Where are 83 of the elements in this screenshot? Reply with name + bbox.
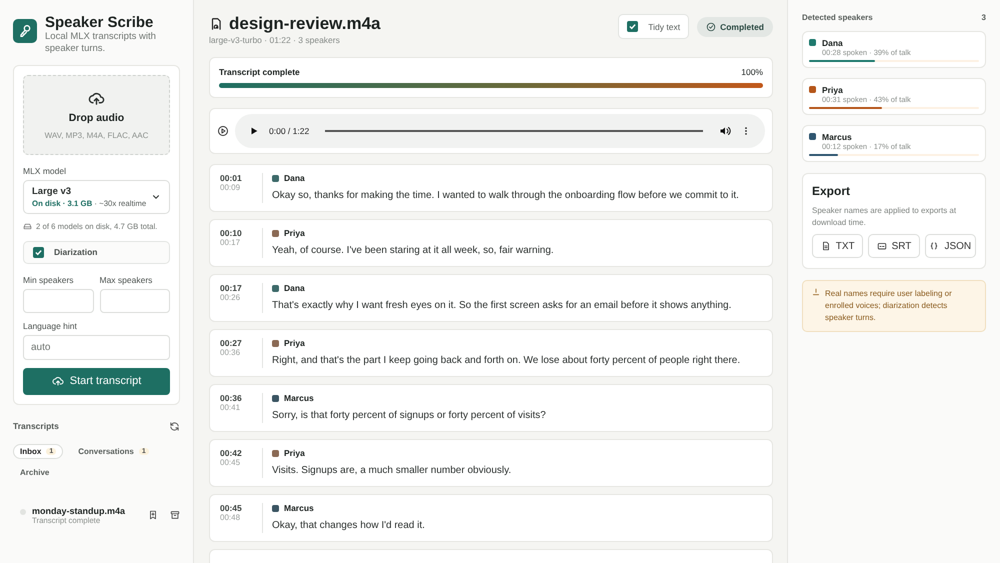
speaker-name: Priya (822, 85, 843, 95)
logo-icon (13, 19, 37, 43)
bookmark-icon[interactable] (148, 510, 158, 520)
start-button[interactable]: Start transcript (23, 368, 170, 395)
end-time: 00:36 (220, 348, 242, 357)
refresh-icon[interactable] (169, 420, 180, 432)
number-field[interactable] (23, 288, 94, 313)
end-time: 00:17 (220, 238, 242, 247)
archive-icon[interactable] (170, 510, 180, 520)
check-circle-icon (706, 22, 716, 32)
end-time: 00:48 (220, 513, 242, 522)
segment-text: Yeah, of course. I've been staring at it all week, so, fair warning. (272, 245, 554, 256)
export-note: Speaker names are applied to exports at download time. (812, 205, 958, 228)
end-time: 00:26 (220, 293, 242, 302)
app-subtitle: Local MLX transcripts with speaker turns. (45, 31, 157, 55)
speaker-name: Priya (284, 338, 305, 348)
speaker-name: Dana (284, 283, 305, 293)
playback-time: 0:00 / 1:22 (269, 126, 310, 136)
play-circle-icon[interactable] (217, 125, 229, 137)
progress-reading: 100% (741, 67, 763, 77)
segment-text: Okay, that changes how I'd read it. (272, 520, 425, 531)
section-title: Transcripts (13, 421, 59, 432)
start-time: 00:45 (220, 503, 243, 513)
speaker-count: 3 (982, 13, 986, 22)
export-button[interactable]: TXT (812, 234, 864, 258)
section-title: Detected speakers (802, 13, 873, 22)
segment-text: Okay so, thanks for making the time. I wanted to walk through the onboarding flow before we commit to it. (272, 190, 739, 201)
language-field[interactable]: auto (23, 334, 170, 360)
speaker-name: Priya (284, 448, 305, 458)
field-label: Min speakers (23, 274, 75, 285)
segment-text: Right, and that's the part I keep going back and forth on. We lose about forty percent of people right there. (272, 355, 740, 366)
field-label: Max speakers (100, 274, 154, 285)
speaker-name: Dana (284, 173, 305, 183)
checkbox-label: Tidy text (648, 22, 680, 32)
status-dot (20, 508, 26, 515)
app-title: Speaker Scribe (45, 14, 154, 31)
drive-icon (23, 222, 32, 231)
tab[interactable]: Archive (13, 464, 56, 480)
speaker-name: Marcus (284, 393, 314, 403)
segment-text: Sorry, is that forty percent of signups or forty percent of visits? (272, 410, 546, 421)
upload-cloud-icon (52, 375, 64, 388)
speaker-name: Dana (822, 38, 843, 48)
speaker-name: Marcus (284, 503, 314, 513)
export-button[interactable]: SRT (868, 234, 920, 258)
braces-icon (929, 241, 940, 252)
status-badge: Completed (697, 16, 773, 36)
checkbox[interactable] (33, 246, 44, 258)
end-time: 00:09 (220, 183, 242, 192)
number-field[interactable] (100, 288, 170, 313)
export-button[interactable]: JSON (924, 234, 976, 258)
start-time: 00:36 (220, 393, 243, 403)
progress-label: Transcript complete (219, 67, 300, 77)
checkbox-label: Diarization (54, 247, 98, 258)
captions-icon (876, 241, 887, 252)
file-meta: large-v3-turbo · 01:22 · 3 speakers (209, 35, 341, 45)
format-list: WAV, MP3, M4A, FLAC, AAC (44, 130, 148, 140)
transcript-name[interactable]: monday-standup.m4a (32, 506, 136, 516)
drop-zone[interactable]: Drop audio WAV, MP3, M4A, FLAC, AAC (23, 74, 170, 155)
tidy-text-toggle[interactable]: Tidy text (618, 14, 690, 39)
speaker-name: Priya (284, 228, 305, 238)
start-time: 00:42 (220, 448, 243, 458)
drop-title: Drop audio (68, 112, 124, 124)
speaker-name: Marcus (822, 132, 852, 142)
file-title: design-review.m4a (229, 14, 380, 34)
segment-text: That's exactly why I want fresh eyes on it. So the first screen asks for an email before it shows anything. (272, 300, 732, 311)
start-time: 00:01 (220, 173, 243, 183)
field-label: Language hint (23, 320, 78, 331)
end-time: 00:45 (220, 458, 242, 467)
segment-text: Visits. Signups are, a much smaller number obviously. (272, 465, 512, 476)
file-icon (820, 241, 831, 252)
audio-file-icon (209, 17, 223, 31)
end-time: 00:41 (220, 403, 242, 412)
volume-icon[interactable] (719, 125, 731, 137)
export-title: Export (812, 184, 852, 198)
checkbox[interactable] (627, 21, 638, 32)
start-time: 00:17 (220, 283, 243, 293)
field-label: MLX model (23, 166, 67, 176)
notice-text: Real names require user labeling or enrolled voices; diarization detects speaker turns. (825, 288, 953, 324)
start-time: 00:10 (220, 228, 243, 238)
start-time: 00:27 (220, 338, 243, 348)
diarization-row[interactable]: Diarization (23, 240, 170, 264)
model-name: Large v3 (32, 186, 72, 197)
play-icon[interactable] (249, 126, 259, 136)
